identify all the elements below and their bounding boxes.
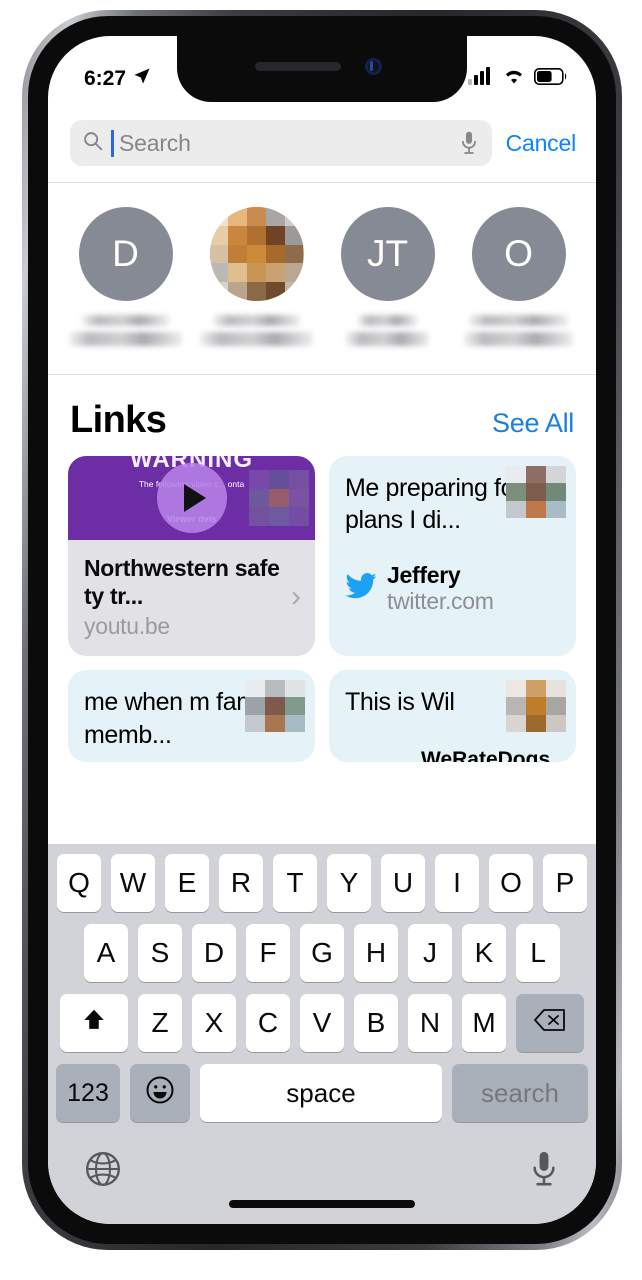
cellular-signal-icon: [468, 67, 494, 91]
chevron-right-icon: ›: [291, 580, 301, 614]
key-o[interactable]: O: [489, 854, 533, 912]
avatar-initials: JT: [366, 233, 409, 274]
key-m[interactable]: M: [462, 994, 506, 1052]
link-card-domain: twitter.com: [387, 588, 494, 615]
keyboard-row-2: A S D F G H J K L: [48, 924, 596, 982]
search-return-key[interactable]: search: [452, 1064, 588, 1122]
contact-item[interactable]: O: [453, 207, 584, 352]
contact-name-redacted: [69, 315, 182, 352]
space-key[interactable]: space: [200, 1064, 442, 1122]
battery-icon: [534, 67, 568, 91]
links-card-grid-row-2: me when m family memb... This is Wil WeR…: [48, 656, 596, 763]
key-w[interactable]: W: [111, 854, 155, 912]
shift-arrow-icon: [81, 1007, 107, 1040]
key-t[interactable]: T: [273, 854, 317, 912]
keyboard-row-1: Q W E R T Y U I O P: [48, 854, 596, 912]
wifi-icon: [502, 67, 526, 91]
key-r[interactable]: R: [219, 854, 263, 912]
avatar-initials: D: [112, 233, 139, 274]
key-i[interactable]: I: [435, 854, 479, 912]
contact-name-redacted: [200, 315, 313, 352]
shift-key[interactable]: [60, 994, 128, 1052]
contacts-suggestions-row: D JT O: [48, 183, 596, 375]
emoji-key[interactable]: [130, 1064, 190, 1122]
see-all-link[interactable]: See All: [492, 408, 574, 439]
section-title: Links: [70, 399, 167, 441]
link-card-footer: Jeffery twitter.com: [345, 562, 562, 615]
avatar: JT: [340, 207, 435, 301]
search-placeholder: Search: [119, 129, 191, 156]
avatar: [209, 207, 304, 301]
link-card-body: Northwestern safety tr... youtu.be ›: [68, 540, 315, 656]
links-section-header: Links See All: [48, 375, 596, 456]
search-bar-row: Search Cancel: [48, 102, 596, 183]
link-card-title: Northwestern safety tr...: [84, 555, 280, 610]
text-cursor: [111, 129, 114, 157]
backspace-icon: [534, 1007, 566, 1039]
microphone-icon[interactable]: [458, 130, 480, 156]
on-screen-keyboard: Q W E R T Y U I O P A S D F G H J K L Z …: [48, 844, 596, 1224]
links-card-grid: WARNING The following video c... onta Vi…: [48, 456, 596, 657]
link-card-partial[interactable]: me when m family memb...: [68, 670, 315, 763]
contact-name-redacted: [331, 315, 444, 352]
contact-item[interactable]: D: [60, 207, 191, 352]
key-e[interactable]: E: [165, 854, 209, 912]
key-h[interactable]: H: [354, 924, 398, 982]
location-arrow-icon: [133, 67, 151, 91]
key-v[interactable]: V: [300, 994, 344, 1052]
key-g[interactable]: G: [300, 924, 344, 982]
clock-time: 6:27: [84, 67, 127, 90]
keyboard-bottom-bar: [48, 1134, 596, 1193]
key-y[interactable]: Y: [327, 854, 371, 912]
numeric-key[interactable]: 123: [56, 1064, 120, 1122]
avatar: O: [471, 207, 566, 301]
contact-name-redacted: [462, 315, 575, 352]
backspace-key[interactable]: [516, 994, 584, 1052]
search-icon: [82, 130, 104, 157]
dictation-microphone-icon[interactable]: [528, 1150, 560, 1193]
link-card-author: Jeffery: [387, 562, 461, 588]
phone-screen: 6:27 Search Cancel D JT O Links See All …: [48, 36, 596, 1224]
home-indicator[interactable]: [229, 1200, 415, 1208]
cancel-button[interactable]: Cancel: [506, 130, 577, 157]
key-p[interactable]: P: [543, 854, 587, 912]
link-card-youtube[interactable]: WARNING The following video c... onta Vi…: [68, 456, 315, 657]
emoji-smiley-icon: [145, 1075, 175, 1112]
link-card-partial[interactable]: This is Wil WeRateDogs: [329, 670, 576, 763]
play-button-icon[interactable]: [156, 463, 227, 533]
links-section: Links See All WARNING The following vide…: [48, 375, 596, 763]
key-j[interactable]: J: [408, 924, 452, 982]
key-z[interactable]: Z: [138, 994, 182, 1052]
link-card-source: WeRateDogs: [421, 748, 551, 763]
key-c[interactable]: C: [246, 994, 290, 1052]
keyboard-row-4: 123 space search: [48, 1064, 596, 1122]
avatar-initials: O: [504, 233, 533, 274]
link-card-domain: youtu.be: [84, 613, 170, 640]
globe-icon[interactable]: [84, 1150, 122, 1193]
key-q[interactable]: Q: [57, 854, 101, 912]
contact-item[interactable]: JT: [322, 207, 453, 352]
key-f[interactable]: F: [246, 924, 290, 982]
keyboard-row-3: Z X C V B N M: [48, 994, 596, 1052]
video-thumbnail: WARNING The following video c... onta Vi…: [68, 456, 315, 540]
key-l[interactable]: L: [516, 924, 560, 982]
status-bar-left: 6:27: [84, 67, 151, 91]
key-d[interactable]: D: [192, 924, 236, 982]
key-a[interactable]: A: [84, 924, 128, 982]
link-card-twitter[interactable]: Me preparing for plans I di... Jeffery t…: [329, 456, 576, 657]
search-input[interactable]: Search: [70, 120, 492, 166]
twitter-bird-icon: [345, 572, 377, 604]
key-x[interactable]: X: [192, 994, 236, 1052]
avatar: D: [78, 207, 173, 301]
key-n[interactable]: N: [408, 994, 452, 1052]
status-bar-right: [468, 67, 568, 91]
key-u[interactable]: U: [381, 854, 425, 912]
key-b[interactable]: B: [354, 994, 398, 1052]
status-bar: 6:27: [48, 36, 596, 102]
contact-item[interactable]: [191, 207, 322, 352]
key-s[interactable]: S: [138, 924, 182, 982]
key-k[interactable]: K: [462, 924, 506, 982]
